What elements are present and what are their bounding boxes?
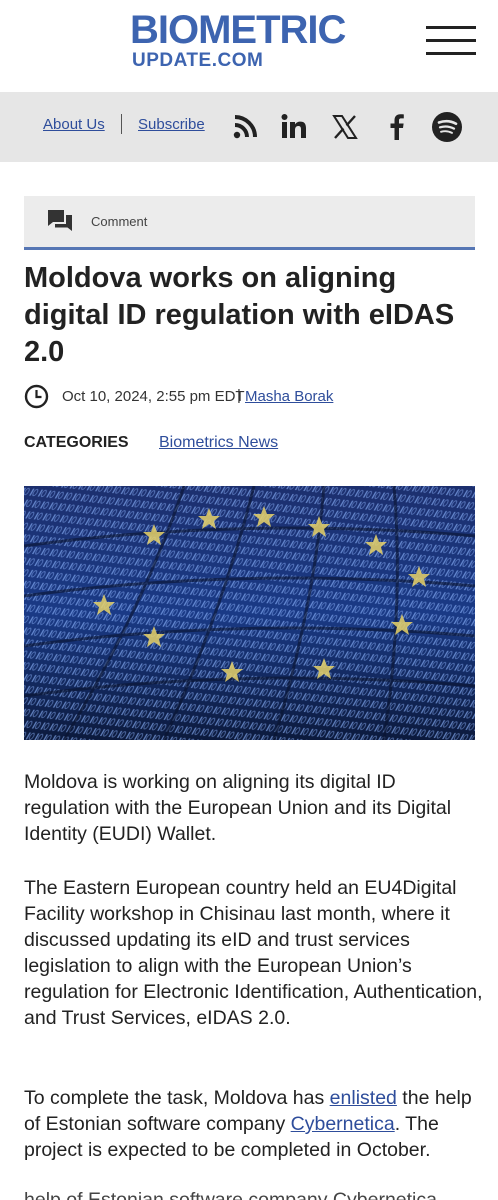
publish-date: Oct 10, 2024, 2:55 pm EDT — [62, 388, 245, 405]
facebook-icon[interactable] — [379, 110, 413, 144]
hero-image — [24, 486, 475, 740]
article-title: Moldova works on aligning digital ID reg… — [24, 262, 455, 368]
logo-subtitle: UPDATE.COM — [132, 50, 264, 71]
article-paragraph-2: The Eastern European country held an EU4… — [24, 877, 483, 1029]
categories-label: CATEGORIES — [24, 434, 129, 451]
site-header: BIOMETRIC UPDATE.COM — [0, 0, 498, 92]
divider — [121, 114, 122, 134]
article-paragraph-1: Moldova is working on aligning its digit… — [24, 771, 452, 845]
article-paragraph-4-partial: help of Estonian software company Cybern… — [24, 1189, 437, 1200]
rss-icon[interactable] — [228, 110, 262, 144]
logo-title: BIOMETRIC — [130, 8, 346, 52]
comment-label: Comment — [91, 214, 148, 229]
author-link[interactable]: Masha Borak — [245, 388, 333, 405]
categories-row: CATEGORIES Biometrics News — [24, 433, 484, 455]
meta-separator: | — [237, 387, 241, 404]
site-logo[interactable]: BIOMETRIC UPDATE.COM — [130, 10, 370, 72]
spotify-icon[interactable] — [430, 110, 464, 144]
subscribe-link[interactable]: Subscribe — [138, 116, 205, 133]
category-link[interactable]: Biometrics News — [159, 434, 278, 452]
comment-icon — [46, 208, 74, 239]
clock-icon — [24, 384, 49, 414]
about-us-link[interactable]: About Us — [43, 116, 105, 133]
utility-bar: About Us Subscribe — [0, 92, 498, 162]
enlisted-link[interactable]: enlisted — [330, 1087, 397, 1109]
x-icon[interactable] — [328, 110, 362, 144]
linkedin-icon[interactable] — [277, 110, 311, 144]
article-meta: Oct 10, 2024, 2:55 pm EDT | Masha Borak — [24, 384, 484, 410]
hamburger-icon[interactable] — [426, 26, 476, 56]
cybernetica-link[interactable]: Cybernetica — [291, 1113, 395, 1135]
article-paragraph-3: To complete the task, Moldova has enlist… — [24, 1085, 484, 1163]
comment-bar[interactable]: Comment — [24, 196, 475, 250]
paragraph-text: To complete the task, Moldova has — [24, 1087, 330, 1109]
